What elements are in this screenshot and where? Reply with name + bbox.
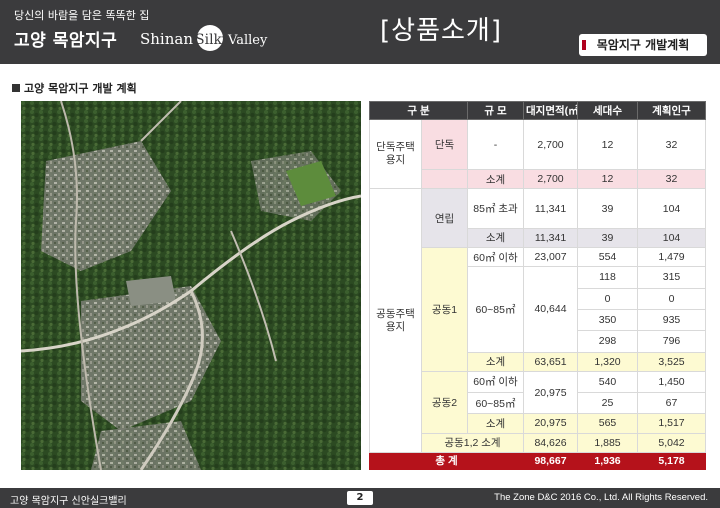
cell-population: 32 xyxy=(637,169,706,190)
header-category: 구 분 xyxy=(369,101,468,120)
subtotal-label: 소계 xyxy=(467,413,524,434)
cell-population: 32 xyxy=(637,118,706,171)
header-bar: 당신의 바람을 담은 똑똑한 집 고양 목암지구 Shinan Silky Va… xyxy=(0,0,720,64)
group-multi: 공동주택 용지 xyxy=(369,188,422,453)
cell-households: 554 xyxy=(577,247,638,268)
cell-scale: 60~85㎡ xyxy=(467,392,524,415)
footer-bar: 고양 목암지구 신안실크밸리 2 The Zone D&C 2016 Co., … xyxy=(0,488,720,508)
cell-households: 0 xyxy=(577,287,638,310)
logo-text-silky: Silky xyxy=(195,32,230,48)
cell-households: 1,320 xyxy=(577,351,638,372)
development-plan-table: 구 분 규 모 대지면적(㎡) 세대수 계획인구 단독주택 용지 단독 - 2,… xyxy=(369,101,706,471)
cell-population: 315 xyxy=(637,266,706,289)
cell-households: 39 xyxy=(577,227,638,249)
cell-population: 1,450 xyxy=(637,370,706,394)
cell-households: 540 xyxy=(577,370,638,394)
cell-area: 84,626 xyxy=(523,432,578,453)
section-badge: 목암지구 개발계획 xyxy=(579,34,707,56)
subtotal-label: 소계 xyxy=(467,169,524,190)
brand-title: 고양 목암지구 xyxy=(14,31,118,51)
type-detached: 단독 xyxy=(421,118,468,171)
cell-population: 1,479 xyxy=(637,247,706,268)
cell-area: 98,667 xyxy=(523,451,578,471)
shinan-silky-valley-logo: Shinan Silky Valley xyxy=(140,25,268,51)
cell-area: 63,651 xyxy=(523,351,578,372)
cell-households: 39 xyxy=(577,188,638,229)
tagline: 당신의 바람을 담은 똑똑한 집 xyxy=(14,9,150,22)
section-title-text: 고양 목암지구 개발 계획 xyxy=(24,82,137,95)
cell-scale: 60~85㎡ xyxy=(467,266,524,353)
total-row: 총 계 98,667 1,936 5,178 xyxy=(369,451,706,471)
subtotal-label: 소계 xyxy=(467,351,524,372)
cell-scale: 60㎡ 이하 xyxy=(467,247,524,268)
cell-area: 2,700 xyxy=(523,118,578,171)
aerial-photo-map xyxy=(21,101,361,470)
cell-population: 935 xyxy=(637,308,706,332)
aerial-photo-image xyxy=(21,101,361,470)
group-detached: 단독주택 용지 xyxy=(369,118,422,190)
cell-households: 118 xyxy=(577,266,638,289)
cell-population: 5,178 xyxy=(637,451,706,471)
cell-households: 350 xyxy=(577,308,638,332)
cell-scale: - xyxy=(467,118,524,171)
cell-area: 11,341 xyxy=(523,227,578,249)
subtotal-label: 소계 xyxy=(467,227,524,249)
cell-area: 20,975 xyxy=(523,370,578,415)
cell-blank xyxy=(421,169,468,190)
table-row: 단독주택 용지 단독 - 2,700 12 32 xyxy=(369,118,706,190)
badge-accent-mark xyxy=(582,40,586,50)
header-population: 계획인구 xyxy=(637,101,706,120)
page-heading: [상품소개] xyxy=(380,16,502,46)
header-scale: 규 모 xyxy=(467,101,524,120)
cell-households: 12 xyxy=(577,169,638,190)
cell-households: 25 xyxy=(577,392,638,415)
cell-households: 565 xyxy=(577,413,638,434)
type-townhouse: 연립 xyxy=(421,188,468,249)
table-row: 공동주택 용지 연립 85㎡ 초과 11,341 39 104 xyxy=(369,188,706,453)
cell-population: 104 xyxy=(637,227,706,249)
cell-population: 796 xyxy=(637,330,706,353)
header-households: 세대수 xyxy=(577,101,638,120)
cell-population: 3,525 xyxy=(637,351,706,372)
cell-area: 20,975 xyxy=(523,413,578,434)
type-apt2: 공동2 xyxy=(421,370,468,434)
total-label: 총 계 xyxy=(369,451,524,471)
cell-area: 23,007 xyxy=(523,247,578,268)
cell-households: 1,885 xyxy=(577,432,638,453)
cell-population: 5,042 xyxy=(637,432,706,453)
cell-population: 0 xyxy=(637,287,706,310)
cell-households: 298 xyxy=(577,330,638,353)
table-header-row: 구 분 규 모 대지면적(㎡) 세대수 계획인구 xyxy=(369,101,706,120)
cell-households: 1,936 xyxy=(577,451,638,471)
cell-scale: 85㎡ 초과 xyxy=(467,188,524,229)
page-number: 2 xyxy=(347,491,373,505)
logo-text-valley: Valley xyxy=(227,33,268,48)
section-badge-label: 목암지구 개발계획 xyxy=(596,38,690,52)
footer-copyright: The Zone D&C 2016 Co., Ltd. All Rights R… xyxy=(494,492,708,503)
square-bullet-icon xyxy=(12,84,20,92)
cell-population: 104 xyxy=(637,188,706,229)
cell-households: 12 xyxy=(577,118,638,171)
section-title: 고양 목암지구 개발 계획 xyxy=(12,80,137,96)
cell-scale: 60㎡ 이하 xyxy=(467,370,524,394)
header-area: 대지면적(㎡) xyxy=(523,101,578,120)
type-apt1: 공동1 xyxy=(421,247,468,372)
combined-subtotal-label: 공동1,2 소계 xyxy=(421,432,524,453)
cell-population: 67 xyxy=(637,392,706,415)
cell-area: 11,341 xyxy=(523,188,578,229)
cell-area: 2,700 xyxy=(523,169,578,190)
cell-population: 1,517 xyxy=(637,413,706,434)
logo-text-shinan: Shinan xyxy=(140,30,193,48)
cell-area: 40,644 xyxy=(523,266,578,353)
footer-project-name: 고양 목암지구 신안실크밸리 xyxy=(10,496,127,507)
